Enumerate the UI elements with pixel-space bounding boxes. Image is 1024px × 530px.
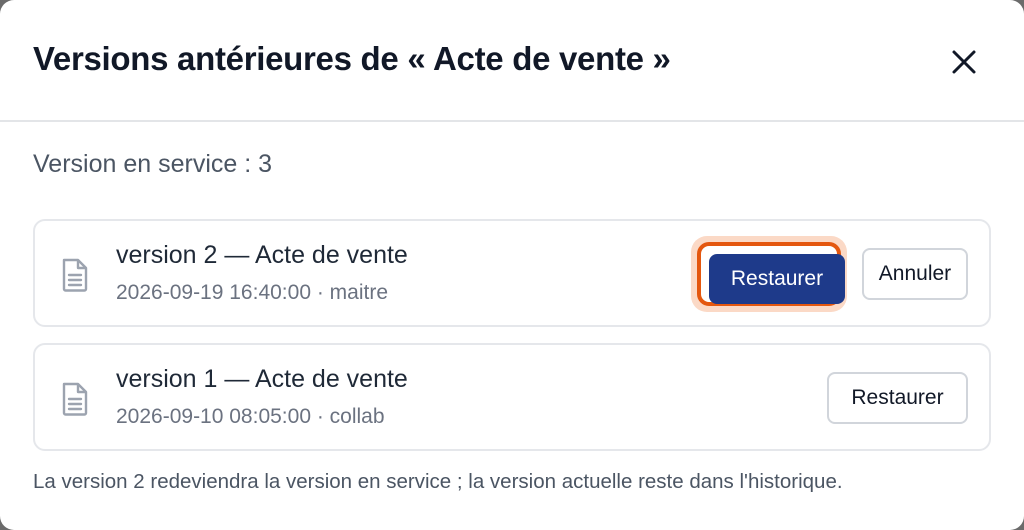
version-item: version 1 — Acte de vente 2026-09-10 08:… (33, 343, 991, 451)
version-title: version 1 — Acte de vente (116, 365, 408, 393)
document-icon (62, 258, 88, 292)
restore-focus-halo: Restaurer (691, 236, 847, 312)
document-icon (62, 382, 88, 416)
version-meta: 2026-09-19 16:40:00 · maitre (116, 281, 389, 304)
dialog-title: Versions antérieures de « Acte de vente … (33, 40, 671, 77)
dialog-header: Versions antérieures de « Acte de vente … (0, 0, 1024, 122)
restore-focus-ring: Restaurer (697, 242, 845, 306)
current-version-label: Version en service : 3 (33, 150, 273, 178)
close-button[interactable] (944, 42, 984, 82)
restore-button[interactable]: Restaurer (709, 254, 845, 304)
version-item: version 2 — Acte de vente 2026-09-19 16:… (33, 219, 991, 327)
restore-button[interactable]: Restaurer (827, 372, 968, 424)
cancel-button[interactable]: Annuler (862, 248, 968, 300)
version-title: version 2 — Acte de vente (116, 241, 408, 269)
version-meta: 2026-09-10 08:05:00 · collab (116, 405, 385, 428)
version-history-dialog: Versions antérieures de « Acte de vente … (0, 0, 1024, 530)
footer-note: La version 2 redeviendra la version en s… (33, 470, 843, 493)
close-icon (952, 50, 976, 74)
